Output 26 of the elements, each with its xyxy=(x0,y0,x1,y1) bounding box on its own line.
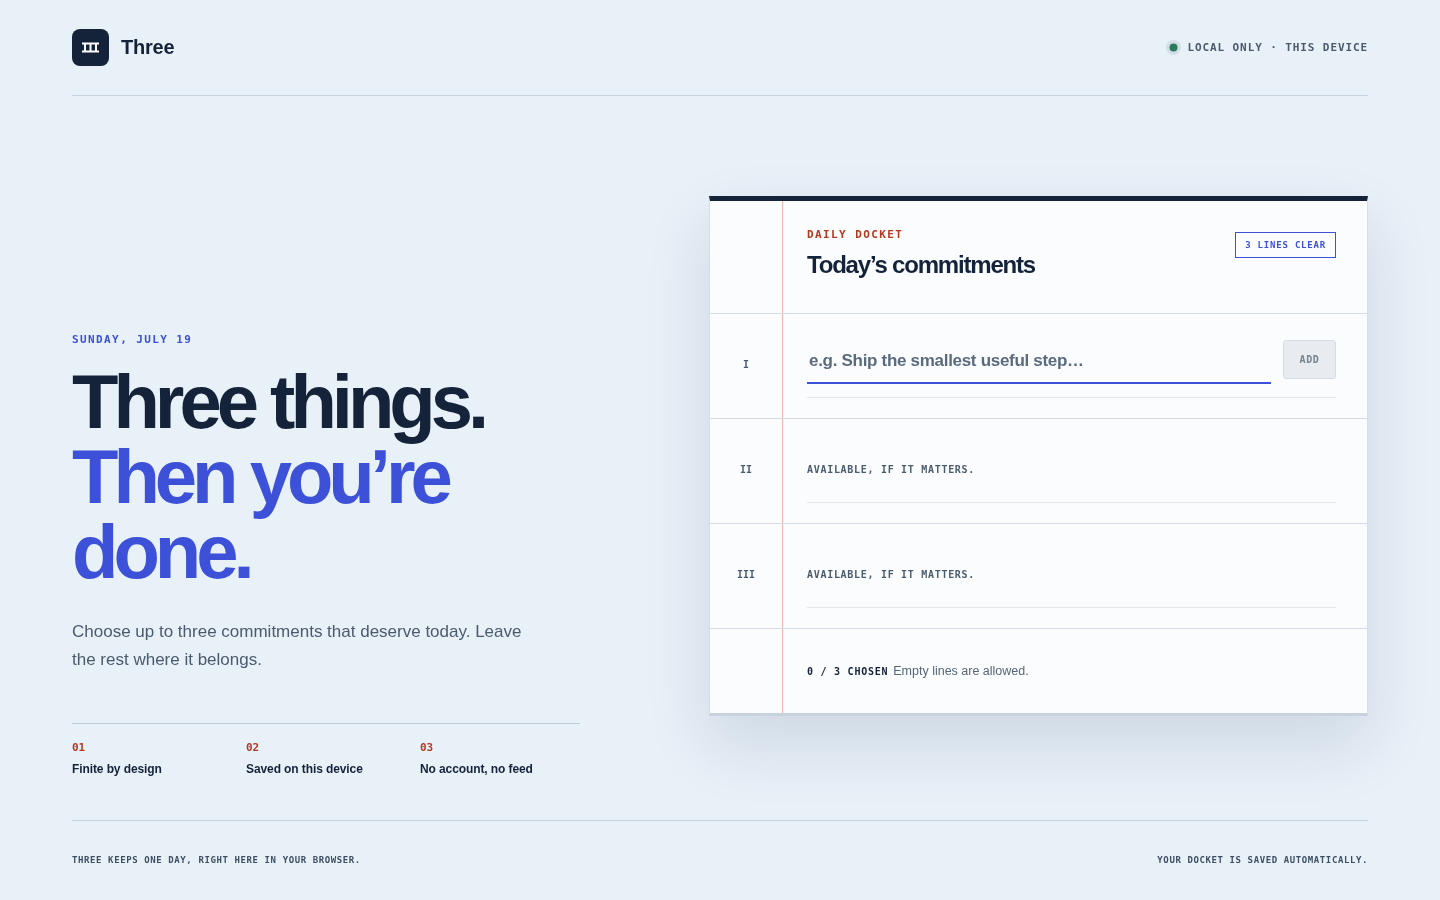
headline-text: done. xyxy=(72,508,250,596)
date-label: SUNDAY, JULY 19 xyxy=(72,333,193,347)
brand-name: Three xyxy=(121,36,175,59)
footer-text: YOUR DOCKET IS SAVED AUTOMATICALLY. xyxy=(1157,854,1368,866)
feature-number: 01 xyxy=(72,741,86,755)
docket-title: Today’s commitments xyxy=(807,250,1035,280)
feature-number: 03 xyxy=(420,741,434,755)
chosen-count: 0 / 3 CHOSEN xyxy=(807,665,889,677)
commitment-input[interactable]: e.g. Ship the smallest useful step… xyxy=(807,340,1271,384)
line-numeral: II xyxy=(739,464,752,475)
feature-label: No account, no feed xyxy=(420,761,533,777)
open-line-text: AVAILABLE, IF IT MATTERS. xyxy=(807,569,975,580)
status-dot-icon xyxy=(1166,40,1182,55)
docket-eyebrow: DAILY DOCKET xyxy=(807,228,904,242)
feature-label: Finite by design xyxy=(72,761,162,777)
intro-paragraph: Choose up to three commitments that deserve today. Leave the rest where it belongs. xyxy=(72,621,523,671)
line-numeral: III xyxy=(736,569,756,580)
logo-icon xyxy=(72,29,109,66)
docket-note: Empty lines are allowed. xyxy=(893,664,1029,678)
feature-number: 02 xyxy=(246,741,260,755)
feature-label: Saved on this device xyxy=(246,761,363,777)
status-text: LOCAL ONLY · THIS DEVICE xyxy=(1187,41,1368,54)
lines-clear-badge: 3 LINES CLEAR xyxy=(1235,232,1336,258)
open-line-text: AVAILABLE, IF IT MATTERS. xyxy=(807,464,975,475)
footer-text: THREE KEEPS ONE DAY, RIGHT HERE IN YOUR BROWSER. xyxy=(72,854,361,866)
line-numeral: I xyxy=(743,359,749,370)
